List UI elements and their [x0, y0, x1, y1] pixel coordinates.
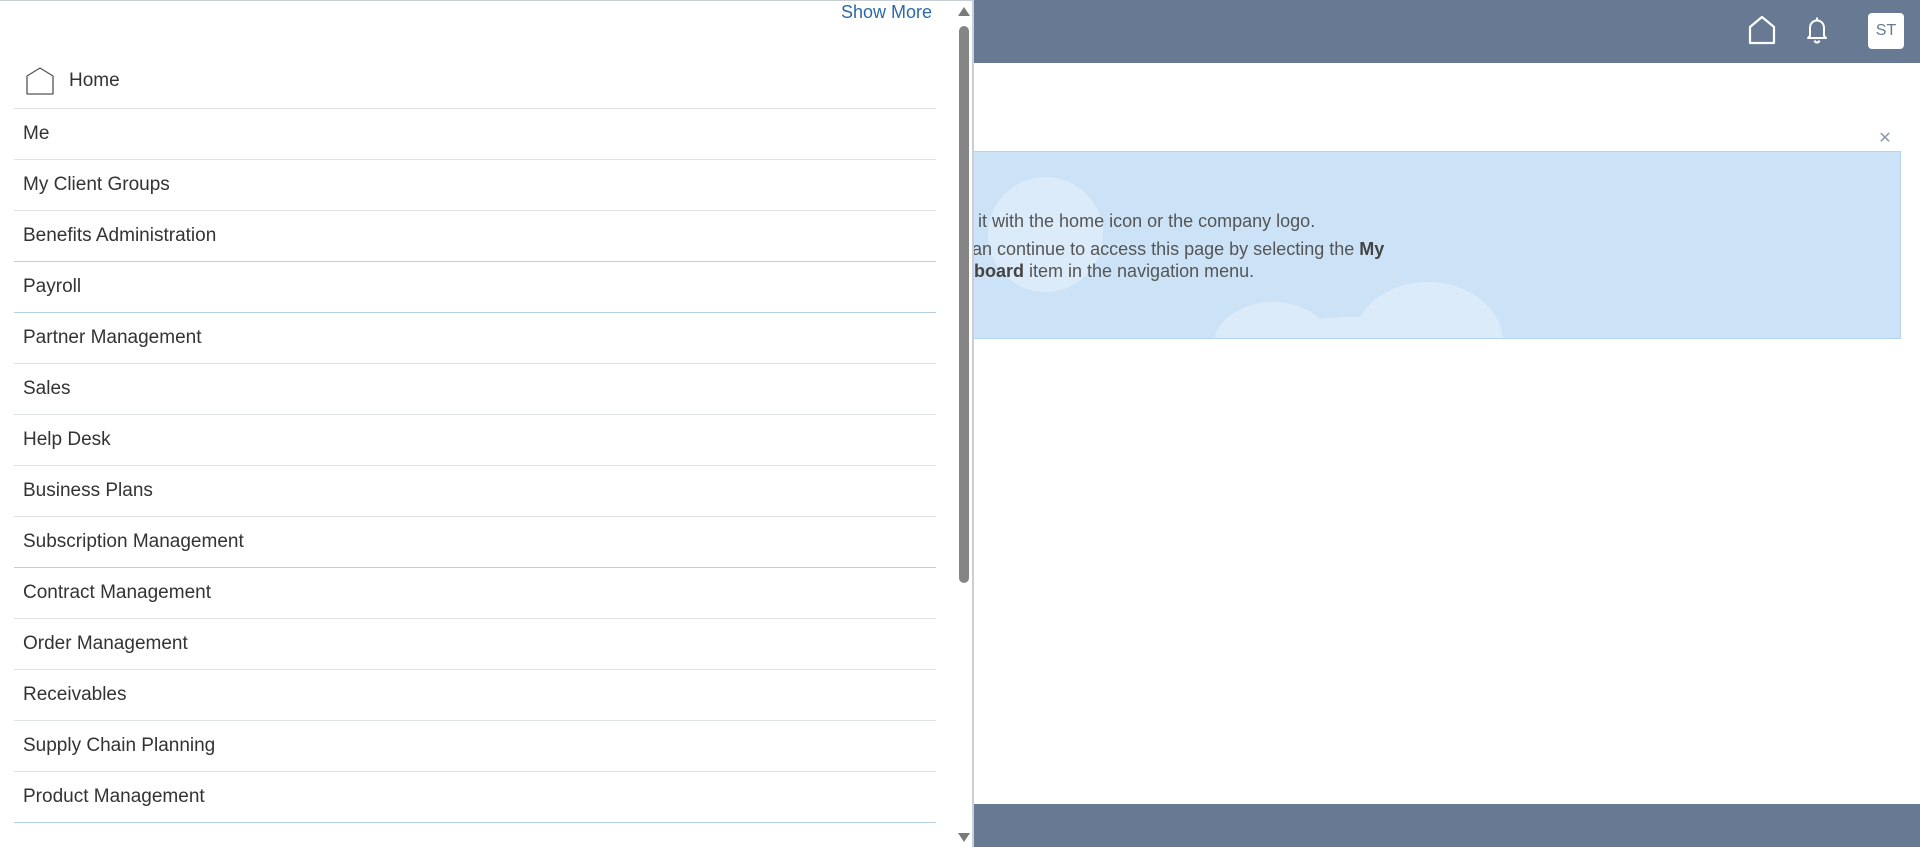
nav-item-my-client-groups[interactable]: My Client Groups: [14, 160, 936, 211]
nav-item-label: Me: [23, 123, 50, 144]
nav-item-label: Supply Chain Planning: [23, 735, 216, 756]
nav-item-sales[interactable]: Sales: [14, 364, 936, 415]
nav-item-label: Business Plans: [23, 480, 153, 501]
nav-item-label: Partner Management: [23, 327, 202, 348]
nav-item-supply-chain-planning[interactable]: Supply Chain Planning: [14, 721, 936, 772]
nav-item-label: Order Management: [23, 633, 188, 654]
banner-line-2-text: can continue to access this page by sele…: [970, 239, 1360, 259]
home-icon[interactable]: [1746, 14, 1778, 46]
nav-list: Home Me My Client Groups Benefits Admini…: [14, 54, 936, 823]
banner-line-2-bold: My: [1359, 239, 1385, 259]
nav-item-label: Payroll: [23, 276, 82, 297]
banner-line-3: hboard item in the navigation menu.: [971, 260, 1384, 282]
bell-icon[interactable]: [1801, 14, 1833, 46]
nav-item-label: My Client Groups: [23, 174, 170, 195]
banner-message: n it with the home icon or the company l…: [970, 210, 1385, 282]
nav-item-receivables[interactable]: Receivables: [14, 670, 936, 721]
nav-item-label: Benefits Administration: [23, 225, 217, 246]
banner-line-3-bold: hboard: [971, 261, 1024, 281]
nav-item-label: Contract Management: [23, 582, 211, 603]
nav-item-label: Sales: [23, 378, 71, 399]
menu-scrollbar[interactable]: [956, 1, 972, 847]
nav-item-subscription-management[interactable]: Subscription Management: [14, 517, 936, 568]
scrollbar-thumb[interactable]: [959, 26, 969, 583]
close-icon[interactable]: ✕: [1876, 130, 1894, 148]
nav-item-help-desk[interactable]: Help Desk: [14, 415, 936, 466]
show-more-link[interactable]: Show More: [841, 2, 932, 23]
navigation-menu: Show More Home Me My Client Groups Benef…: [0, 0, 974, 847]
banner-line-3-text: item in the navigation menu.: [1024, 261, 1255, 281]
nav-item-label: Product Management: [23, 786, 205, 807]
scroll-up-arrow-icon[interactable]: [958, 7, 970, 16]
nav-item-product-management[interactable]: Product Management: [14, 772, 936, 823]
cloud-decoration: [1353, 282, 1503, 338]
nav-item-label: Home: [69, 70, 120, 91]
banner-line-1: n it with the home icon or the company l…: [970, 211, 1316, 231]
info-banner: n it with the home icon or the company l…: [970, 151, 1901, 339]
home-icon: [26, 67, 54, 95]
nav-item-contract-management[interactable]: Contract Management: [14, 568, 936, 619]
nav-item-label: Help Desk: [23, 429, 111, 450]
nav-item-partner-management[interactable]: Partner Management: [14, 313, 936, 364]
user-avatar[interactable]: ST: [1868, 13, 1904, 49]
nav-item-home[interactable]: Home: [14, 54, 936, 109]
nav-item-label: Receivables: [23, 684, 127, 705]
nav-item-payroll[interactable]: Payroll: [14, 262, 936, 313]
scroll-down-arrow-icon[interactable]: [958, 833, 970, 842]
nav-item-order-management[interactable]: Order Management: [14, 619, 936, 670]
nav-item-business-plans[interactable]: Business Plans: [14, 466, 936, 517]
nav-item-me[interactable]: Me: [14, 109, 936, 160]
banner-line-2: can continue to access this page by sele…: [970, 238, 1385, 260]
nav-item-label: Subscription Management: [23, 531, 244, 552]
nav-item-benefits-administration[interactable]: Benefits Administration: [14, 211, 936, 262]
